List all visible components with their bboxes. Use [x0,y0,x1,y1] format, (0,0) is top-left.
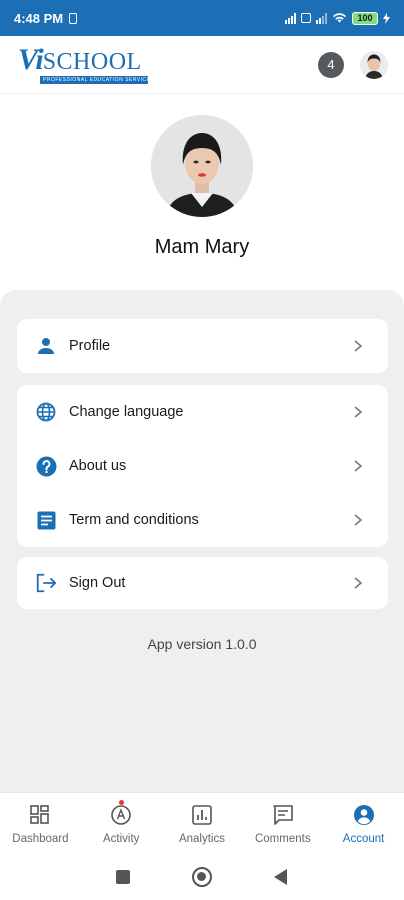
signal-2-icon [316,12,327,24]
menu-item-profile[interactable]: Profile [17,319,388,373]
wifi-icon [332,13,347,23]
charging-icon [383,12,390,24]
home-icon-inner [197,872,206,881]
nav-item-activity[interactable]: Activity [81,793,162,854]
menu-item-about-us[interactable]: About us [17,439,388,493]
menu-label-about-us: About us [69,458,127,474]
menu-label-terms: Term and conditions [69,512,199,528]
back-icon[interactable] [274,869,288,885]
comments-icon [271,803,295,827]
menu-label-profile: Profile [69,338,111,354]
person-icon [35,335,57,357]
status-time: 4:48 PM [14,10,64,26]
home-icon[interactable] [192,867,212,887]
app-version: App version 1.0.0 [147,636,257,652]
chevron-right-icon [354,340,363,352]
app-header: Vi SCHOOL PROFESSIONAL EDUCATION SERVICE… [0,36,404,94]
signal-icon [285,12,296,24]
nav-item-analytics[interactable]: Analytics [162,793,243,854]
status-left: 4:48 PM [14,10,78,26]
dashboard-icon [28,803,52,827]
profile-photo[interactable] [151,115,253,217]
logo-vi: Vi [18,43,44,76]
logo-tagline: PROFESSIONAL EDUCATION SERVICE [40,76,148,84]
nav-item-dashboard[interactable]: Dashboard [0,793,81,854]
header-actions: 4 [318,50,388,79]
nav-label-analytics: Analytics [178,833,225,845]
nav-label-comments: Comments [254,833,311,845]
nav-label-dashboard: Dashboard [12,833,69,845]
chevron-right-icon [354,460,363,472]
sign-out-icon [35,572,57,594]
nav-label-account: Account [342,833,385,845]
nav-label-activity: Activity [102,833,140,845]
activity-icon [109,800,133,827]
menu-item-terms[interactable]: Term and conditions [17,493,388,547]
system-nav-bar [0,854,404,900]
sim-icon [69,12,78,24]
analytics-icon [190,803,214,827]
account-icon [352,803,376,827]
settings-card: Change language About us Term and condit… [17,385,388,547]
vischool-logo[interactable]: Vi SCHOOL PROFESSIONAL EDUCATION SERVICE [18,45,148,84]
sign-out-card: Sign Out [17,557,388,609]
chevron-right-icon [354,514,363,526]
profile-name: Mam Mary [154,236,250,258]
battery-icon: 100 [352,11,378,25]
profile-photo-image [151,115,253,217]
chevron-right-icon [354,577,363,589]
notification-badge[interactable]: 4 [318,51,344,78]
document-icon [35,509,57,531]
header-avatar[interactable] [360,50,388,79]
nav-item-comments[interactable]: Comments [242,793,323,854]
menu-item-sign-out[interactable]: Sign Out [17,557,388,609]
help-circle-icon [35,455,57,477]
status-right: 100 [285,11,390,25]
status-bar: 4:48 PM 100 [0,0,404,36]
globe-icon [35,401,57,423]
menu-label-sign-out: Sign Out [69,575,126,591]
nav-item-account[interactable]: Account [323,793,404,854]
chevron-right-icon [354,406,363,418]
data-icon [301,13,311,23]
menu-item-change-language[interactable]: Change language [17,385,388,439]
menu-label-change-language: Change language [69,404,184,420]
logo-school: SCHOOL [42,49,142,75]
bottom-nav: Dashboard Activity Analytics Comments Ac… [0,792,404,854]
profile-card: Profile [17,319,388,373]
recents-icon[interactable] [116,870,130,884]
avatar-image [360,50,388,79]
